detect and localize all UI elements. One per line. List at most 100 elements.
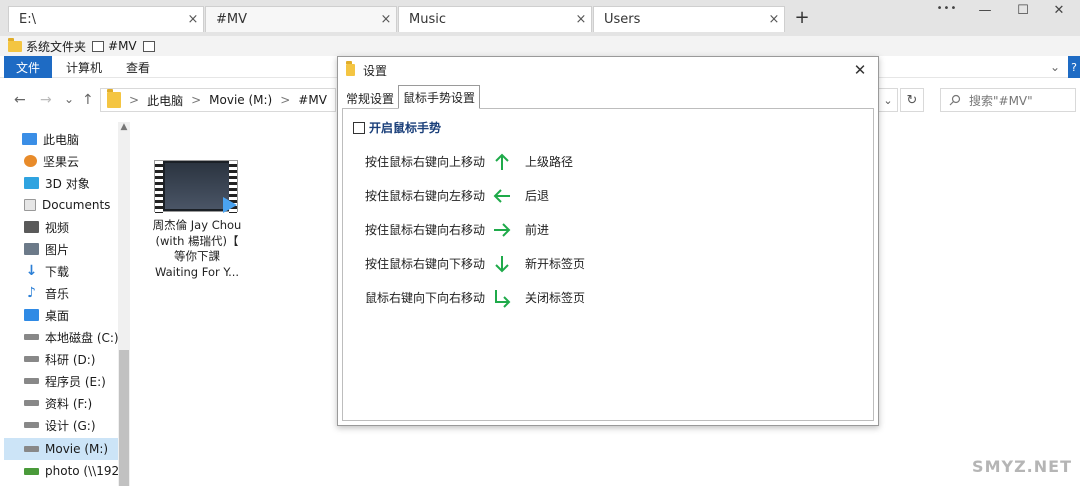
folder-icon — [107, 89, 121, 108]
sidebar-item-3d-objects[interactable]: 3D 对象 — [4, 172, 118, 194]
tab-bar: E:\ × #MV × Music × Users × + ••• — ☐ ✕ — [0, 0, 1080, 36]
film-strip-icon — [155, 161, 163, 213]
tab-general-settings[interactable]: 常规设置 — [342, 87, 398, 109]
sidebar-item-desktop[interactable]: 桌面 — [4, 304, 118, 326]
refresh-button[interactable]: ↻ — [900, 88, 924, 112]
gesture-action: 前进 — [525, 223, 550, 237]
bookmark-system-folder[interactable]: 系统文件夹 — [8, 37, 87, 55]
sidebar-item-this-pc[interactable]: 此电脑 — [4, 128, 118, 150]
sidebar-item-drive-g[interactable]: 设计 (G:) — [4, 414, 118, 436]
computer-icon — [22, 133, 37, 145]
file-menu-button[interactable]: 文件 — [4, 56, 52, 78]
gesture-row: 按住鼠标右键向上移动 上级路径 — [365, 151, 845, 173]
close-icon[interactable]: × — [376, 12, 396, 27]
drive-icon — [24, 446, 39, 452]
help-icon[interactable]: ? — [1068, 56, 1080, 78]
sidebar-item-photo-network[interactable]: photo (\\192 — [4, 460, 118, 482]
sidebar-item-label: 程序员 (E:) — [45, 374, 106, 389]
close-icon[interactable]: × — [183, 12, 203, 27]
address-bar[interactable]: > 此电脑 > Movie (M:) > #MV — [100, 88, 336, 112]
gesture-action: 上级路径 — [525, 155, 574, 169]
desktop-icon — [24, 309, 39, 321]
sidebar-item-nutstore[interactable]: 坚果云 — [4, 150, 118, 172]
ribbon-expand-icon[interactable]: ⌄ — [1050, 56, 1060, 78]
computer-tab[interactable]: 计算机 — [66, 56, 102, 78]
address-dropdown-button[interactable]: ⌄ — [878, 88, 898, 112]
breadcrumb-movie[interactable]: Movie (M:) — [209, 93, 272, 107]
scroll-up-icon[interactable]: ▲ — [118, 122, 130, 136]
bookmark-mv[interactable]: #MV — [92, 39, 137, 53]
more-icon[interactable]: ••• — [932, 3, 962, 21]
close-icon[interactable]: × — [571, 12, 591, 27]
minimize-button[interactable]: — — [970, 3, 1000, 21]
dialog-close-button[interactable]: ✕ — [850, 60, 870, 80]
sidebar-item-drive-d[interactable]: 科研 (D:) — [4, 348, 118, 370]
tab-music[interactable]: Music × — [398, 6, 592, 32]
checkbox-icon[interactable] — [353, 121, 365, 134]
enable-gestures-checkbox[interactable]: 开启鼠标手势 — [353, 119, 441, 136]
sidebar-item-label: 本地磁盘 (C:) — [45, 330, 118, 345]
sidebar-item-label: 图片 — [45, 242, 70, 257]
tab-mv[interactable]: #MV × — [205, 6, 397, 32]
drive-icon — [24, 334, 39, 340]
drive-icon — [24, 378, 39, 384]
file-name-line: 周杰倫 Jay Chou — [152, 218, 242, 232]
video-thumbnail — [154, 160, 238, 213]
breadcrumb-this-pc[interactable]: 此电脑 — [147, 92, 183, 109]
tab-label: Music — [409, 12, 446, 27]
breadcrumb-mv[interactable]: #MV — [298, 93, 327, 107]
drive-icon — [24, 422, 39, 428]
search-icon — [949, 94, 961, 106]
dialog-title: 设置 — [363, 63, 388, 78]
document-icon — [24, 199, 36, 211]
sidebar-item-pictures[interactable]: 图片 — [4, 238, 118, 260]
maximize-button[interactable]: ☐ — [1008, 3, 1038, 21]
gesture-description: 鼠标右键向下向右移动 — [365, 291, 486, 305]
new-tab-button[interactable]: + — [792, 8, 812, 28]
gesture-description: 按住鼠标右键向上移动 — [365, 155, 486, 169]
sidebar-item-downloads[interactable]: ↓ 下载 — [4, 260, 118, 282]
close-window-button[interactable]: ✕ — [1044, 3, 1074, 21]
recent-locations-button[interactable]: ⌄ — [64, 92, 74, 106]
gesture-row: 鼠标右键向下向右移动 关闭标签页 — [365, 287, 845, 309]
sidebar-item-drive-f[interactable]: 资料 (F:) — [4, 392, 118, 414]
sidebar-item-drive-e[interactable]: 程序员 (E:) — [4, 370, 118, 392]
breadcrumb-sep: > — [280, 93, 291, 107]
bookmark-label: 系统文件夹 — [26, 39, 87, 54]
gesture-row: 按住鼠标右键向左移动 后退 — [365, 185, 845, 207]
close-icon[interactable]: × — [764, 12, 784, 27]
sidebar-item-drive-m[interactable]: Movie (M:) — [4, 438, 118, 460]
download-icon: ↓ — [25, 263, 38, 279]
sidebar-item-label: 坚果云 — [43, 154, 80, 169]
scroll-thumb[interactable] — [119, 350, 129, 486]
search-placeholder: 搜索"#MV" — [969, 93, 1033, 108]
tab-label: Users — [604, 12, 641, 27]
forward-button[interactable]: → — [40, 92, 52, 108]
tab-users[interactable]: Users × — [593, 6, 785, 32]
back-button[interactable]: ← — [14, 92, 26, 108]
sidebar-item-label: 视频 — [45, 220, 70, 235]
sidebar-item-videos[interactable]: 视频 — [4, 216, 118, 238]
breadcrumb-sep: > — [129, 93, 140, 107]
tab-label: E:\ — [19, 12, 36, 27]
view-tab[interactable]: 查看 — [126, 56, 150, 78]
tab-e-drive[interactable]: E:\ × — [8, 6, 204, 32]
tab-mouse-gesture-settings[interactable]: 鼠标手势设置 — [398, 85, 481, 109]
sidebar-item-label: photo (\\192 — [45, 464, 118, 478]
sidebar-item-documents[interactable]: Documents — [4, 194, 118, 216]
tab-label: #MV — [216, 12, 248, 27]
watermark: SMYZ.NET — [972, 457, 1072, 476]
up-button[interactable]: ↑ — [82, 92, 94, 108]
sidebar-item-music[interactable]: ♪ 音乐 — [4, 282, 118, 304]
picture-icon — [24, 243, 39, 255]
gesture-action: 后退 — [525, 189, 550, 203]
search-input[interactable]: 搜索"#MV" — [940, 88, 1076, 112]
network-drive-icon — [24, 467, 39, 475]
bookmark-extra[interactable] — [142, 40, 155, 52]
sidebar-item-drive-c[interactable]: 本地磁盘 (C:) — [4, 326, 118, 348]
play-icon — [223, 197, 237, 213]
folder-icon — [346, 61, 355, 76]
gesture-row: 按住鼠标右键向右移动 前进 — [365, 219, 845, 241]
arrow-up-icon — [495, 153, 509, 170]
dialog-tabs: 常规设置 鼠标手势设置 — [342, 85, 481, 109]
